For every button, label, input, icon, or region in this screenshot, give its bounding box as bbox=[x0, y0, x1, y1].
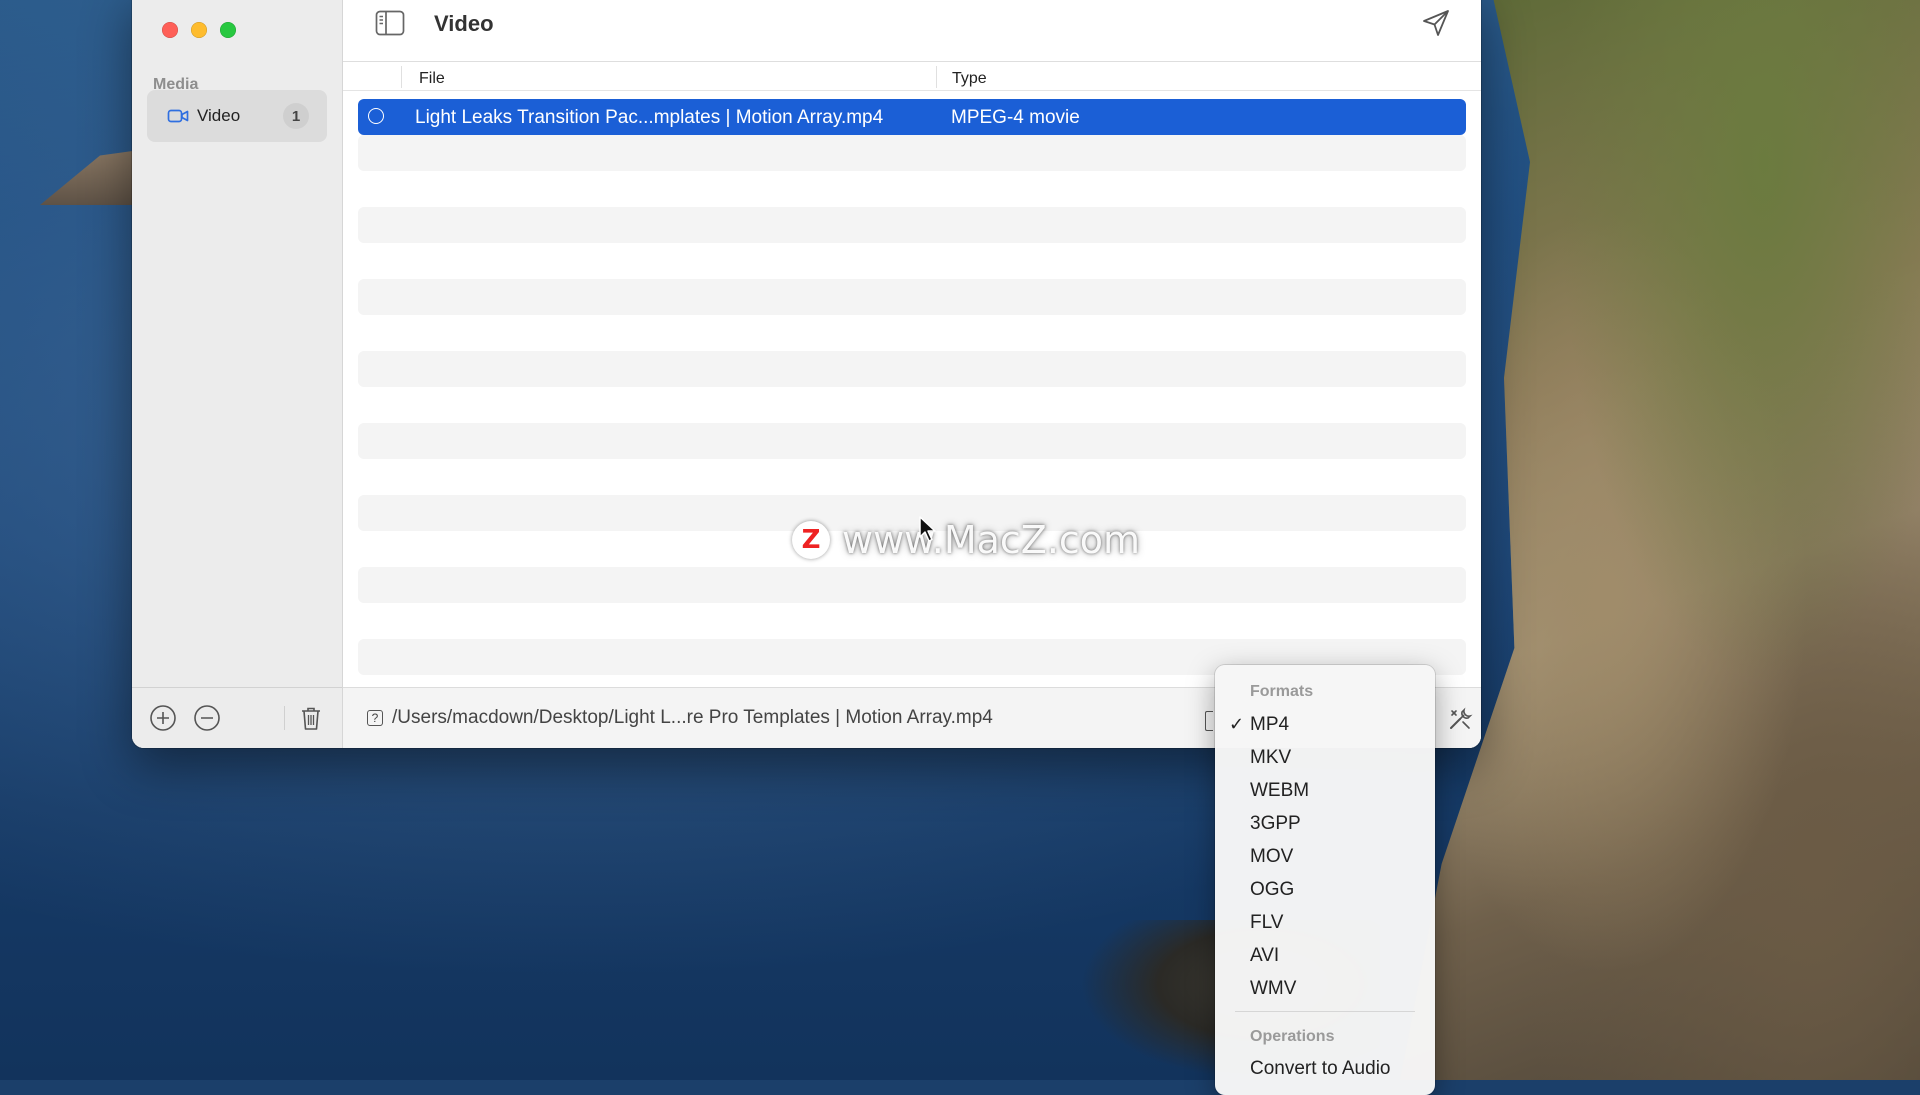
menu-item-label: FLV bbox=[1250, 912, 1284, 933]
add-circle-icon[interactable] bbox=[149, 704, 177, 732]
menu-item-webm[interactable]: WEBM bbox=[1250, 780, 1309, 802]
toolbar: Video bbox=[343, 0, 1481, 62]
column-header-file[interactable]: File bbox=[419, 70, 445, 88]
menu-header-formats: Formats bbox=[1250, 683, 1314, 700]
sidebar-item-label: Video bbox=[197, 106, 241, 125]
tools-wrench-icon[interactable] bbox=[1447, 706, 1473, 732]
remove-circle-icon[interactable] bbox=[193, 704, 221, 732]
question-mark-file-icon: ? bbox=[367, 710, 383, 726]
close-button[interactable] bbox=[162, 22, 178, 38]
row-status-circle-icon[interactable] bbox=[368, 108, 384, 124]
table-row[interactable]: Light Leaks Transition Pac...mplates | M… bbox=[358, 99, 1466, 135]
menu-item-label: AVI bbox=[1250, 945, 1280, 966]
zoom-button[interactable] bbox=[220, 22, 236, 38]
empty-table-row bbox=[358, 423, 1466, 459]
empty-table-row bbox=[358, 135, 1466, 171]
window-controls bbox=[162, 22, 236, 38]
menu-item-mkv[interactable]: MKV bbox=[1250, 747, 1291, 769]
column-header-type[interactable]: Type bbox=[952, 70, 987, 88]
video-camera-icon bbox=[167, 109, 189, 123]
empty-table-row bbox=[358, 351, 1466, 387]
format-dropdown-menu: Formats MP4 ✓ MKV WEBM 3GPP MOV OGG FLV … bbox=[1215, 665, 1435, 1095]
menu-item-label: MKV bbox=[1250, 747, 1292, 768]
sidebar: Media Video 1 bbox=[132, 0, 343, 748]
window-title: Video bbox=[434, 11, 494, 36]
minimize-button[interactable] bbox=[191, 22, 207, 38]
menu-header-operations: Operations bbox=[1250, 1028, 1335, 1045]
app-window: Media Video 1 Video File Type Light Leak… bbox=[132, 0, 1481, 748]
sidebar-toggle-icon[interactable] bbox=[375, 10, 405, 36]
menu-item-label: WMV bbox=[1250, 978, 1297, 999]
menu-item-mp4[interactable]: MP4 bbox=[1250, 714, 1289, 736]
mouse-cursor-icon bbox=[919, 516, 936, 542]
menu-item-label: OGG bbox=[1250, 879, 1295, 900]
menu-item-avi[interactable]: AVI bbox=[1250, 945, 1279, 967]
column-divider bbox=[401, 66, 402, 88]
watermark: Z www.MacZ.com bbox=[792, 518, 1140, 562]
table-header: File Type bbox=[343, 62, 1481, 91]
menu-item-label: Convert to Audio bbox=[1250, 1058, 1391, 1079]
menu-item-ogg[interactable]: OGG bbox=[1250, 879, 1294, 901]
empty-table-row bbox=[358, 279, 1466, 315]
menu-item-3gpp[interactable]: 3GPP bbox=[1250, 813, 1301, 835]
selected-file-path: /Users/macdown/Desktop/Light L...re Pro … bbox=[392, 707, 993, 728]
trash-icon[interactable] bbox=[297, 704, 325, 732]
menu-item-mov[interactable]: MOV bbox=[1250, 846, 1293, 868]
menu-item-flv[interactable]: FLV bbox=[1250, 912, 1283, 934]
format-button-icon[interactable] bbox=[1205, 711, 1213, 731]
sidebar-bottom-divider bbox=[284, 706, 285, 730]
watermark-text: www.MacZ.com bbox=[842, 518, 1141, 562]
menu-item-label: MOV bbox=[1250, 846, 1294, 867]
send-paper-plane-icon[interactable] bbox=[1421, 8, 1451, 38]
empty-table-row bbox=[358, 567, 1466, 603]
row-file-type: MPEG-4 movie bbox=[951, 107, 1080, 128]
row-file-name: Light Leaks Transition Pac...mplates | M… bbox=[415, 107, 884, 128]
empty-table-row bbox=[358, 207, 1466, 243]
menu-item-label: WEBM bbox=[1250, 780, 1310, 801]
sidebar-bottom-bar bbox=[132, 687, 342, 748]
menu-item-label: MP4 bbox=[1250, 714, 1290, 735]
sidebar-item-count-badge: 1 bbox=[283, 103, 309, 129]
column-divider bbox=[936, 66, 937, 88]
menu-item-convert-to-audio[interactable]: Convert to Audio bbox=[1250, 1058, 1390, 1080]
menu-item-label: 3GPP bbox=[1250, 813, 1301, 834]
watermark-badge: Z bbox=[792, 521, 830, 559]
sidebar-item-video[interactable]: Video 1 bbox=[147, 90, 327, 142]
menu-item-wmv[interactable]: WMV bbox=[1250, 978, 1296, 1000]
checkmark-icon: ✓ bbox=[1229, 714, 1245, 734]
menu-separator bbox=[1235, 1011, 1415, 1012]
main-content: Video File Type Light Leaks Transition P… bbox=[343, 0, 1481, 748]
